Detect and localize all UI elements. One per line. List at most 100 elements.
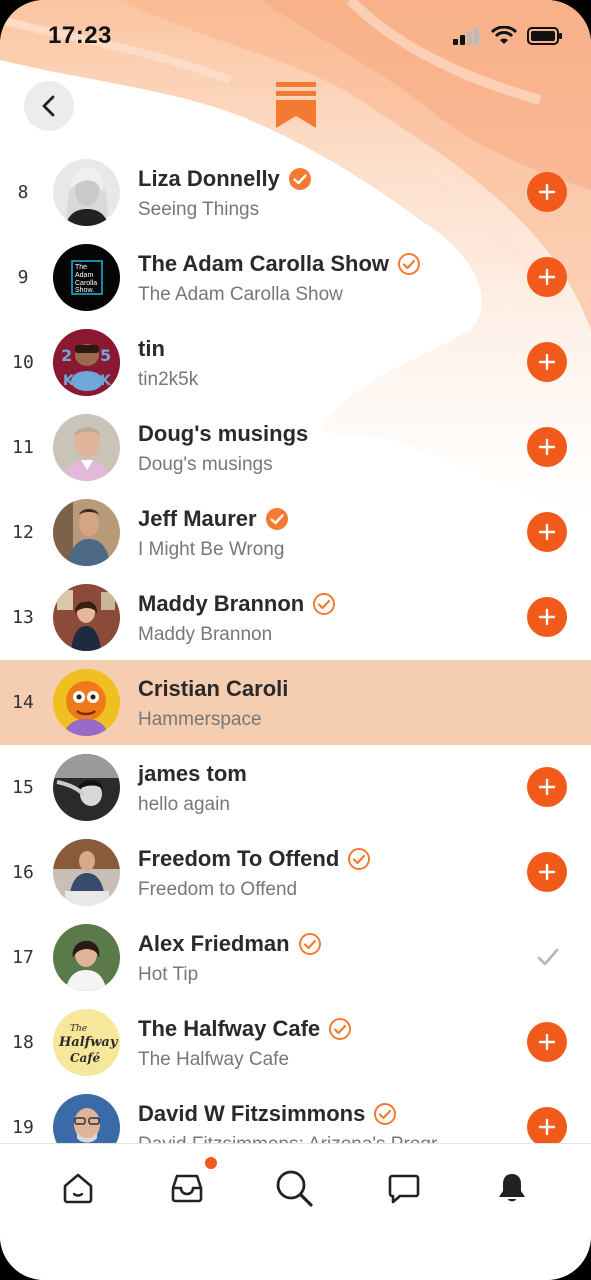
list-item[interactable]: 17 Alex Friedman Hot Tip (0, 915, 591, 1000)
avatar-text: The (70, 1024, 87, 1034)
subscribe-button[interactable] (527, 172, 567, 212)
publication-name: Liza Donnelly (138, 166, 280, 191)
list-item[interactable]: 15 james tom hello again (0, 745, 591, 830)
publication-subtitle: tin2k5k (138, 369, 199, 390)
publication-name: james tom (138, 761, 247, 786)
subscribe-button[interactable] (527, 767, 567, 807)
avatar (53, 584, 120, 651)
tab-notifications[interactable] (490, 1166, 534, 1210)
list-item[interactable]: 13 Maddy Brannon Maddy Brannon (0, 575, 591, 660)
plus-icon (538, 608, 556, 626)
avatar-text: Halfway (58, 1035, 119, 1050)
list-item[interactable]: 19 David W Fitzsimmons David Fitzs (0, 1085, 591, 1143)
avatar-text: K (100, 373, 112, 389)
plus-icon (538, 523, 556, 541)
subscribe-button[interactable] (527, 1107, 567, 1143)
name-line: Freedom To Offend (138, 846, 371, 872)
avatar-text: Carolla (75, 280, 97, 287)
avatar (53, 754, 120, 821)
verified-badge-icon (288, 168, 311, 190)
publication-subtitle: The Halfway Cafe (138, 1049, 290, 1070)
rank-number: 17 (12, 947, 34, 968)
inbox-icon (171, 1174, 203, 1203)
name-line: David W Fitzsimmons (138, 1101, 397, 1127)
list-item[interactable]: 9 The Adam Carolla Show. The Adam Caroll… (0, 235, 591, 320)
avatar-text: Adam (75, 272, 93, 279)
rank-number: 12 (12, 522, 34, 543)
subscribe-button[interactable] (527, 342, 567, 382)
tab-inbox[interactable] (165, 1157, 217, 1210)
name-line: tin (138, 336, 165, 362)
avatar: The Adam Carolla Show. (53, 244, 120, 311)
name-line: The Adam Carolla Show (138, 251, 421, 277)
publication-name: Doug's musings (138, 421, 309, 446)
subscribe-button[interactable] (527, 1022, 567, 1062)
status-bar: 17:23 (0, 0, 591, 76)
avatar (53, 924, 120, 991)
cellular-signal-icon (453, 27, 479, 45)
publication-name: Freedom To Offend (138, 846, 340, 871)
list-item-highlighted[interactable]: 14 Cristian Caroli Hammerspace (0, 660, 591, 745)
publication-subtitle: hello again (138, 794, 230, 815)
publication-subtitle: Hot Tip (138, 964, 199, 985)
back-button[interactable] (24, 81, 74, 131)
avatar (53, 1094, 120, 1143)
subscribe-button[interactable] (527, 427, 567, 467)
plus-icon (538, 268, 556, 286)
name-line: Doug's musings (138, 421, 308, 447)
verified-outline-icon (298, 933, 321, 955)
publication-list: 8 Liza Donnelly Seeing Things 9 The Adam… (0, 150, 591, 1143)
name-line: The Halfway Cafe (138, 1016, 352, 1042)
publication-subtitle: Doug's musings (138, 454, 273, 475)
header (0, 76, 591, 146)
avatar-text: 5 (100, 346, 111, 365)
publication-name: The Adam Carolla Show (138, 251, 390, 276)
list-item[interactable]: 12 Jeff Maurer I Might Be Wrong (0, 490, 591, 575)
list-item[interactable]: 8 Liza Donnelly Seeing Things (0, 150, 591, 235)
name-line: Cristian Caroli (138, 676, 288, 702)
publication-subtitle: Maddy Brannon (138, 624, 273, 645)
list-item[interactable]: 10 2 5 K K tin tin2k5k (0, 320, 591, 405)
substack-logo-icon (276, 82, 316, 128)
rank-number: 9 (17, 267, 29, 288)
list-item[interactable]: 18 The Halfway Café The Halfway Cafe The… (0, 1000, 591, 1085)
search-icon (276, 1170, 313, 1207)
plus-icon (538, 183, 556, 201)
rank-number: 13 (12, 607, 34, 628)
tab-search[interactable] (272, 1166, 316, 1210)
list-item[interactable]: 16 Freedom To Offend Freedom to Offend (0, 830, 591, 915)
name-line: Maddy Brannon (138, 591, 336, 617)
name-line: Alex Friedman (138, 931, 322, 957)
avatar-text: Café (70, 1051, 100, 1065)
avatar (53, 414, 120, 481)
inbox-badge (205, 1157, 217, 1169)
app-screen: 17:23 8 Liza Donnelly Seeing Things 9 Th… (0, 0, 591, 1280)
rank-number: 10 (12, 352, 34, 373)
avatar (53, 499, 120, 566)
publication-name: Jeff Maurer (138, 506, 257, 531)
avatar (53, 159, 120, 226)
tab-home[interactable] (56, 1166, 100, 1210)
subscribe-button[interactable] (527, 597, 567, 637)
wifi-icon (491, 26, 517, 44)
rank-number: 19 (12, 1117, 34, 1138)
verified-badge-icon (265, 508, 288, 530)
plus-icon (538, 438, 556, 456)
publication-subtitle: David Fitzsimmons: Arizona's Progr (138, 1134, 437, 1143)
tab-chat[interactable] (382, 1166, 426, 1210)
rank-number: 18 (12, 1032, 34, 1053)
subscribe-button[interactable] (527, 512, 567, 552)
publication-subtitle: Hammerspace (138, 709, 262, 730)
chevron-left-icon (42, 95, 55, 117)
subscribe-button[interactable] (527, 257, 567, 297)
avatar: The Halfway Café (53, 1009, 120, 1076)
rank-number: 11 (12, 437, 34, 458)
publication-name: Cristian Caroli (138, 676, 289, 701)
chat-icon (388, 1174, 420, 1204)
subscribed-check-icon[interactable] (536, 945, 560, 969)
publication-name: Maddy Brannon (138, 591, 305, 616)
verified-outline-icon (374, 1103, 397, 1125)
subscribe-button[interactable] (527, 852, 567, 892)
list-item[interactable]: 11 Doug's musings Doug's musings (0, 405, 591, 490)
verified-outline-icon (348, 848, 371, 870)
